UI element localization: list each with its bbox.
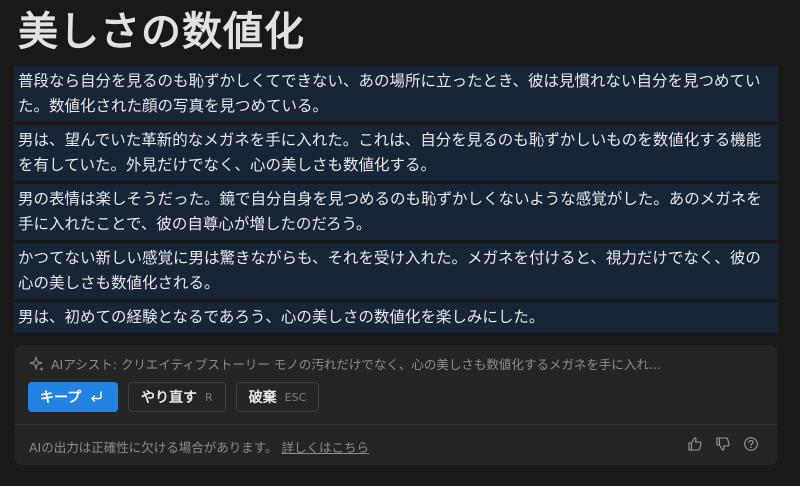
keep-button[interactable]: キープ <box>28 382 118 412</box>
page-title: 美しさの数値化 <box>18 9 305 55</box>
feedback-icons <box>687 436 759 452</box>
ai-generated-text: 普段なら自分を見るのも恥ずかしくてできない、あの場所に立ったとき、彼は見慣れない… <box>14 66 778 336</box>
discard-button[interactable]: 破棄 ESC <box>235 382 320 412</box>
keep-button-label: キープ <box>40 390 82 406</box>
enter-icon <box>91 391 102 402</box>
disclaimer: AIの出力は正確性に欠ける場合があります。 詳しくはこちら <box>29 437 369 456</box>
discard-shortcut: ESC <box>284 390 307 404</box>
paragraph[interactable]: かつてない新しい感覚に男は驚きながらも、それを受け入れた。メガネを付けると、視力… <box>14 243 778 299</box>
retry-shortcut: R <box>205 390 213 404</box>
paragraph[interactable]: 男の表情は楽しそうだった。鏡で自分自身を見つめるのも恥ずかしくないような感覚がし… <box>14 184 778 240</box>
help-icon[interactable] <box>743 436 759 452</box>
action-buttons: キープ やり直す R 破棄 ESC <box>28 382 320 412</box>
thumbs-down-icon[interactable] <box>715 436 731 452</box>
learn-more-link[interactable]: 詳しくはこちら <box>281 440 369 455</box>
ai-assist-prompt-text: AIアシスト: クリエイティブストーリー モノの汚れだけでなく、心の美しさも数値… <box>51 357 661 372</box>
retry-button[interactable]: やり直す R <box>128 382 226 412</box>
thumbs-up-icon[interactable] <box>687 436 703 452</box>
retry-button-label: やり直す <box>141 390 197 406</box>
page: 美しさの数値化 普段なら自分を見るのも恥ずかしくてできない、あの場所に立ったとき… <box>0 0 800 486</box>
paragraph[interactable]: 普段なら自分を見るのも恥ずかしくてできない、あの場所に立ったとき、彼は見慣れない… <box>14 66 778 122</box>
disclaimer-text: AIの出力は正確性に欠ける場合があります。 <box>29 440 278 455</box>
divider <box>15 424 777 425</box>
ai-assist-prompt: AIアシスト: クリエイティブストーリー モノの汚れだけでなく、心の美しさも数値… <box>29 354 661 373</box>
discard-button-label: 破棄 <box>248 390 277 406</box>
sparkle-icon <box>29 355 44 371</box>
ai-assist-panel: AIアシスト: クリエイティブストーリー モノの汚れだけでなく、心の美しさも数値… <box>15 345 777 465</box>
paragraph[interactable]: 男は、初めての経験となるであろう、心の美しさの数値化を楽しみにした。 <box>14 302 778 333</box>
paragraph[interactable]: 男は、望んでいた革新的なメガネを手に入れた。これは、自分を見るのも恥ずかしいもの… <box>14 125 778 181</box>
